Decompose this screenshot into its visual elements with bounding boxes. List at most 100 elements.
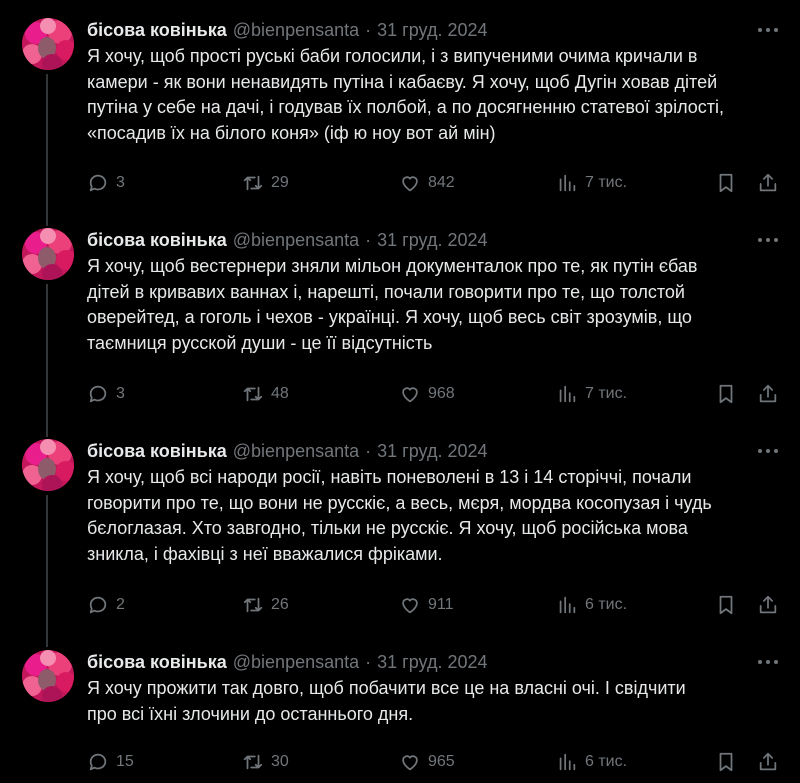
tweet-text-line: бєлоглазая. Хто завгодно, тільки не русс…: [87, 518, 688, 538]
tweet-header: бісова ковінька @bienpensanta · 31 груд.…: [87, 18, 488, 42]
tweet-text-line: зникла, і фахівці з неї вважалися фрікам…: [87, 543, 443, 564]
repost-button[interactable]: 48: [242, 381, 289, 407]
author-handle[interactable]: @bienpensanta: [233, 230, 359, 251]
tweet-date[interactable]: 31 груд. 2024: [377, 441, 487, 462]
like-icon: [402, 387, 418, 403]
author-name[interactable]: бісова ковінька: [87, 230, 227, 251]
avatar[interactable]: [22, 228, 74, 280]
tweet-date[interactable]: 31 груд. 2024: [377, 20, 487, 41]
author-name[interactable]: бісова ковінька: [87, 20, 227, 41]
author-handle[interactable]: @bienpensanta: [233, 652, 359, 673]
author-name[interactable]: бісова ковінька: [87, 652, 227, 673]
reply-icon: [89, 596, 107, 614]
separator-dot: ·: [365, 440, 372, 461]
bookmark-button[interactable]: [715, 170, 737, 196]
views-button[interactable]: 7 тис.: [556, 381, 627, 407]
tweet-text: Я хочу, щоб прості руські баби голосили,…: [87, 44, 787, 146]
separator-dot: ·: [365, 651, 372, 672]
reply-count: 3: [116, 174, 125, 191]
tweet-text-line: Я хочу, щоб прості руські баби голосили,…: [87, 46, 698, 66]
views-button[interactable]: 6 тис.: [556, 592, 627, 618]
like-button[interactable]: 911: [399, 592, 454, 618]
like-count: 965: [428, 753, 455, 770]
repost-icon: [243, 597, 263, 613]
reply-icon: [89, 385, 107, 403]
share-icon: [759, 173, 777, 192]
repost-button[interactable]: 29: [242, 170, 289, 196]
share-button[interactable]: [757, 170, 779, 196]
reply-count: 2: [116, 596, 125, 613]
repost-count: 48: [271, 385, 289, 402]
avatar[interactable]: [22, 650, 74, 702]
reply-button[interactable]: 2: [87, 592, 125, 618]
tweet-header: бісова ковінька @bienpensanta · 31 груд.…: [87, 439, 488, 463]
more-icon[interactable]: [755, 18, 781, 42]
avatar[interactable]: [22, 18, 74, 70]
like-button[interactable]: 842: [399, 170, 455, 196]
tweet-header: бісова ковінька @bienpensanta · 31 груд.…: [87, 650, 488, 674]
tweet-text-line: Я хочу, щоб вестернери зняли мільон доку…: [87, 256, 698, 276]
share-button[interactable]: [757, 592, 779, 618]
tweet-actions: 3 29 842 7 тис.: [87, 170, 787, 196]
views-icon: [559, 753, 576, 771]
separator-dot: ·: [365, 19, 372, 40]
author-handle[interactable]: @bienpensanta: [233, 441, 359, 462]
tweet-text-line: камери - як вони ненавидять путіна і каб…: [87, 71, 718, 92]
like-button[interactable]: 968: [399, 381, 455, 407]
reply-icon: [89, 174, 107, 192]
more-icon[interactable]: [755, 650, 781, 674]
tweet-actions: 3 48 968 7 тис.: [87, 381, 787, 407]
views-count: 6 тис.: [585, 596, 628, 613]
separator-dot: ·: [365, 229, 372, 250]
repost-button[interactable]: 30: [242, 749, 289, 775]
share-icon: [759, 752, 777, 771]
like-icon: [402, 598, 418, 614]
like-icon: [402, 755, 418, 771]
bookmark-icon: [719, 595, 733, 615]
share-icon: [759, 595, 777, 614]
bookmark-icon: [719, 384, 733, 404]
tweet-text-line: таємниця русской души - це її відсутніст…: [87, 332, 433, 353]
avatar[interactable]: [22, 439, 74, 491]
author-name[interactable]: бісова ковінька: [87, 441, 227, 462]
like-count: 911: [428, 596, 454, 613]
reply-count: 15: [116, 753, 134, 770]
author-handle[interactable]: @bienpensanta: [233, 20, 359, 41]
tweet-actions: 15 30 965 6 тис.: [87, 749, 787, 775]
bookmark-button[interactable]: [715, 749, 737, 775]
reply-button[interactable]: 15: [87, 749, 134, 775]
more-icon[interactable]: [755, 228, 781, 252]
bookmark-button[interactable]: [715, 592, 737, 618]
views-count: 6 тис.: [585, 753, 628, 770]
repost-button[interactable]: 26: [242, 592, 289, 618]
like-count: 968: [428, 385, 455, 402]
tweet-text-line: Я хочу, щоб всі народи росії, навіть пон…: [87, 467, 692, 487]
tweet-actions: 2 26 911 6 тис.: [87, 592, 787, 618]
repost-count: 29: [271, 174, 289, 191]
share-button[interactable]: [757, 381, 779, 407]
views-button[interactable]: 7 тис.: [556, 170, 627, 196]
tweet-date[interactable]: 31 груд. 2024: [377, 652, 487, 673]
tweet-text-line: «посадив їх на білого коня» (іф ю ноу во…: [87, 122, 496, 143]
tweet-text: Я хочу прожити так довго, щоб побачити в…: [87, 676, 787, 727]
share-button[interactable]: [757, 749, 779, 775]
tweet-text: Я хочу, щоб вестернери зняли мільон доку…: [87, 254, 787, 356]
tweet-date[interactable]: 31 груд. 2024: [377, 230, 487, 251]
repost-icon: [243, 175, 263, 191]
tweet-text: Я хочу, щоб всі народи росії, навіть пон…: [87, 465, 787, 567]
repost-icon: [243, 386, 263, 402]
reply-button[interactable]: 3: [87, 381, 125, 407]
views-count: 7 тис.: [585, 385, 628, 402]
views-button[interactable]: 6 тис.: [556, 749, 627, 775]
more-icon[interactable]: [755, 439, 781, 463]
bookmark-icon: [719, 752, 733, 772]
tweet-text-line: оверейтед, а гоголь і чехов - українці. …: [87, 307, 692, 327]
views-count: 7 тис.: [585, 174, 628, 191]
like-button[interactable]: 965: [399, 749, 455, 775]
share-icon: [759, 384, 777, 403]
tweet-text-line: говорити про те, що вони не русскіє, а в…: [87, 492, 712, 513]
thread-line: [46, 495, 48, 647]
bookmark-button[interactable]: [715, 381, 737, 407]
reply-button[interactable]: 3: [87, 170, 125, 196]
thread-line: [46, 284, 48, 437]
